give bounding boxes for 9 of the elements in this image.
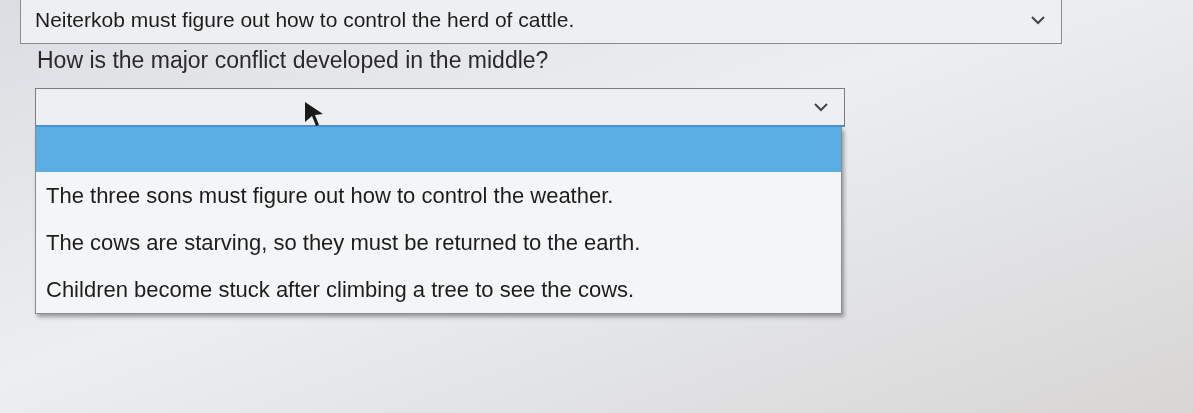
chevron-icon: [814, 102, 828, 112]
question-text: How is the major conflict developed in the middle?: [37, 47, 550, 74]
dropdown-option[interactable]: Children become stuck after climbing a tree to see the cows.: [36, 266, 841, 313]
dropdown-option[interactable]: The cows are starving, so they must be returned to the earth.: [36, 219, 841, 266]
dropdown-option[interactable]: The three sons must figure out how to control the weather.: [36, 172, 841, 219]
chevron-icon: [1031, 15, 1045, 25]
dropdown-field[interactable]: [35, 88, 845, 127]
dropdown-field[interactable]: Neiterkob must figure out how to control the herd of cattle.: [20, 0, 1062, 44]
cursor-icon: [304, 101, 324, 127]
